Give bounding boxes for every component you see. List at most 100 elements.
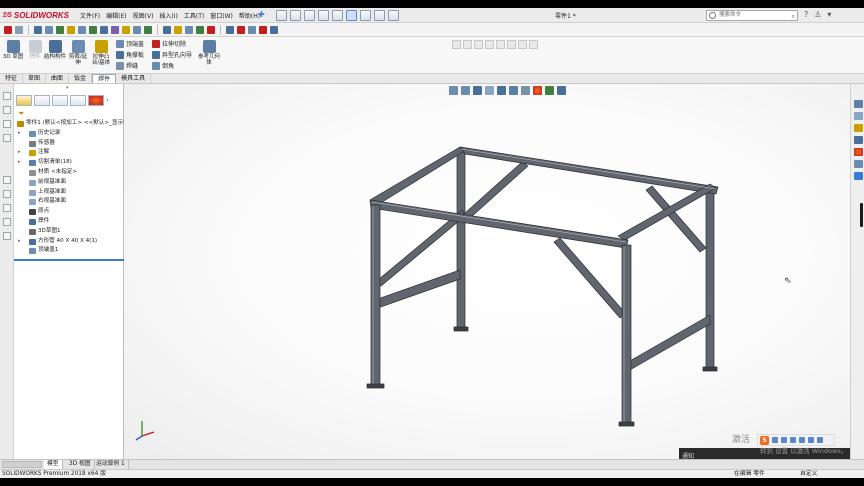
strip-icon[interactable] (3, 134, 11, 142)
tab-sketch[interactable]: 草图 (23, 74, 47, 83)
end-cap-button[interactable]: 顶端盖 (116, 39, 144, 48)
strip-icon[interactable] (3, 92, 11, 100)
collapse-arrow-icon[interactable]: ▾ (66, 85, 69, 91)
tab-scroll-bar[interactable] (2, 461, 42, 468)
tab-3d-views[interactable]: 3D 视图 (66, 460, 95, 469)
gusset-button[interactable]: 角撑板 (116, 50, 144, 59)
options-gear-icon[interactable] (388, 10, 399, 21)
tab-mold-tools[interactable]: 模具工具 (116, 74, 152, 83)
tab-surfaces[interactable]: 曲面 (46, 74, 70, 83)
design-library-icon[interactable] (854, 112, 863, 120)
feature-tree-item[interactable]: ▸ 方形管 40 X 40 X 4(1) (14, 237, 124, 247)
toolbar-icon-6[interactable] (67, 25, 75, 34)
display-manager-tab-icon[interactable] (88, 95, 104, 106)
strip-icon[interactable] (3, 218, 11, 226)
toolbar-icon-7[interactable] (78, 25, 86, 34)
rollback-bar[interactable] (14, 259, 124, 261)
toolbar-icon-12[interactable] (133, 25, 141, 34)
ime-icon[interactable] (772, 437, 778, 443)
select-arrow-icon[interactable] (346, 10, 357, 21)
structural-member-button[interactable]: 结构构件 (44, 40, 66, 60)
mic-icon[interactable] (790, 437, 796, 443)
property-manager-tab-icon[interactable] (34, 95, 50, 106)
chamfer-button[interactable]: 倒角 (152, 61, 174, 70)
configuration-manager-tab-icon[interactable] (52, 95, 68, 106)
expand-arrow-icon[interactable]: ▸ (18, 148, 21, 158)
feature-tree-item[interactable]: 传感器 (14, 139, 124, 149)
skin-icon[interactable] (808, 437, 814, 443)
feature-tree-item[interactable]: 右视基准面 (14, 197, 124, 207)
solidworks-resources-icon[interactable] (854, 100, 863, 108)
user-icon[interactable]: ♙ (814, 10, 821, 19)
tab-features[interactable]: 特征 (0, 74, 24, 83)
filter-icon[interactable]: ⏷ (18, 109, 24, 119)
tab-sheet-metal[interactable]: 钣金 (69, 74, 93, 83)
strip-icon[interactable] (3, 120, 11, 128)
strip-icon[interactable] (3, 190, 11, 198)
feature-tree-item[interactable]: 3D草图1 (14, 227, 124, 237)
appearances-icon[interactable] (854, 148, 863, 156)
toolbar-icon-18[interactable] (207, 25, 215, 34)
reference-geometry-button[interactable]: 参考几何体 (198, 40, 220, 66)
toolbar-icon-14[interactable] (163, 25, 171, 34)
toolbar-icon-16[interactable] (185, 25, 193, 34)
strip-icon[interactable] (3, 106, 11, 114)
ime-toolbar[interactable]: S (757, 434, 835, 446)
3d-sketch-button[interactable]: 3D 草图 (2, 40, 24, 60)
search-icon[interactable]: ⌕ (792, 12, 795, 21)
toolbar-icon-4[interactable] (45, 25, 53, 34)
toolbar-icon-13[interactable] (144, 25, 152, 34)
menu-edit[interactable]: 编辑(E) (106, 11, 126, 20)
feature-tree-item[interactable]: 焊件 (14, 217, 124, 227)
toolbar-icon-22[interactable] (259, 25, 267, 34)
weldment-button[interactable]: 焊件 (24, 40, 46, 60)
feature-tree-item[interactable]: 材质 <未指定> (14, 168, 124, 178)
feature-tree-item[interactable]: 顶端盖1 (14, 246, 124, 256)
print-icon[interactable] (318, 10, 329, 21)
toolbar-icon-19[interactable] (226, 25, 234, 34)
feature-tree-item[interactable]: 零件1 (默认<按加工> <<默认>_显示状 (14, 119, 124, 129)
strip-icon[interactable] (3, 232, 11, 240)
weld-bead-button[interactable]: 焊缝 (116, 61, 138, 70)
expand-arrow-icon[interactable]: ▸ (18, 158, 21, 168)
menu-help[interactable]: 帮助(H) (239, 11, 260, 20)
trim-extend-button[interactable]: 剪裁/延伸 (67, 40, 89, 66)
vertical-scrollbar[interactable] (860, 203, 863, 227)
play-icon[interactable] (4, 25, 12, 34)
menu-window[interactable]: 窗口(W) (210, 11, 233, 20)
toolbar-icon-5[interactable] (56, 25, 64, 34)
save-icon[interactable] (304, 10, 315, 21)
toolbar-icon-8[interactable] (89, 25, 97, 34)
pin-icon[interactable]: ✚ (258, 10, 265, 19)
feature-tree-tab-icon[interactable] (16, 95, 32, 106)
tab-motion-study[interactable]: 运动算例 1 (93, 460, 129, 469)
undo-icon[interactable] (332, 10, 343, 21)
view-palette-icon[interactable] (854, 136, 863, 144)
expand-arrow-icon[interactable]: ▸ (18, 129, 21, 139)
status-units[interactable]: 自定义 (800, 470, 817, 478)
extrude-boss-button[interactable]: 拉伸凸台/基体 (90, 40, 112, 66)
help-icon[interactable]: ? (804, 10, 808, 19)
custom-properties-icon[interactable] (854, 160, 863, 168)
feature-tree-item[interactable]: 上视基准面 (14, 188, 124, 198)
menu-file[interactable]: 文件(F) (80, 11, 100, 20)
toolbar-icon-10[interactable] (111, 25, 119, 34)
toolbar-icon-17[interactable] (196, 25, 204, 34)
toolbar-icon-11[interactable] (122, 25, 130, 34)
expand-arrow-icon[interactable]: ▸ (18, 237, 21, 247)
chevron-right-icon[interactable]: › (106, 95, 114, 107)
feature-tree-item[interactable]: ▸ 历史记录 (14, 129, 124, 139)
menu-icon[interactable] (817, 437, 823, 443)
file-properties-icon[interactable] (374, 10, 385, 21)
toolbar-icon-9[interactable] (100, 25, 108, 34)
hole-wizard-button[interactable]: 异型孔向导 (152, 50, 192, 59)
feature-tree-item[interactable]: ▸ 切割清单(18) (14, 158, 124, 168)
file-explorer-icon[interactable] (854, 124, 863, 132)
search-commands-input[interactable]: 搜索命令 ⌕ (706, 10, 798, 21)
tab-weldments[interactable]: 焊件 (92, 74, 117, 83)
feature-tree-item[interactable]: ▸ 注解 (14, 148, 124, 158)
keyboard-icon[interactable] (799, 437, 805, 443)
solidworks-logo[interactable]: 𝔇S SOLIDWORKS (2, 10, 69, 21)
frame-model[interactable] (124, 84, 850, 459)
new-document-icon[interactable] (276, 10, 287, 21)
